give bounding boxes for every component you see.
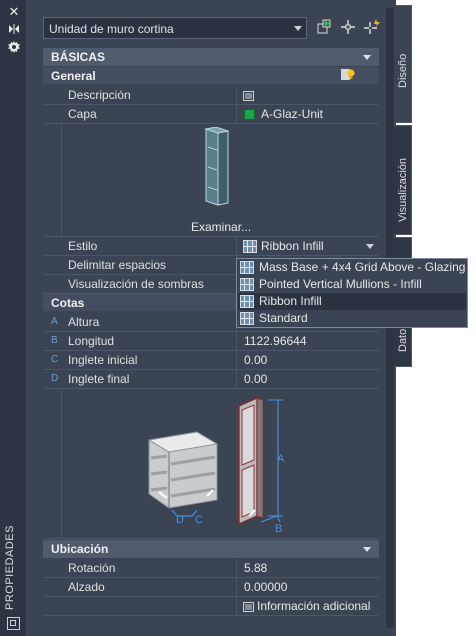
property-capa[interactable]: Capa A-Glaz-Unit [43, 105, 379, 124]
property-alzado[interactable]: Alzado 0.00000 [43, 578, 379, 597]
estilo-select[interactable]: Ribbon Infill [239, 238, 378, 255]
diagram-label-b: B [275, 523, 282, 534]
autohide-icon[interactable] [7, 23, 21, 38]
diagram-label-a: A [277, 453, 285, 465]
estilo-label: Estilo [68, 239, 98, 253]
dim-letter: A [51, 316, 58, 327]
property-rotacion[interactable]: Rotación 5.88 [43, 559, 379, 578]
examinar-button[interactable]: Examinar... [191, 220, 251, 234]
chevron-down-icon [294, 26, 302, 31]
alzado-value: 0.00000 [244, 580, 288, 594]
category-general-label: General [51, 69, 96, 83]
capa-label: Capa [68, 107, 97, 121]
curtain-wall-style-icon [240, 312, 254, 325]
palette-title: PROPIEDADES [4, 525, 16, 610]
palette-properties-icon[interactable] [7, 617, 20, 630]
palette-title-bar[interactable]: ✕ PROPIEDADES [0, 0, 26, 636]
text-editor-icon[interactable] [243, 601, 254, 612]
curtain-wall-style-icon [240, 278, 254, 291]
dropdown-option-selected[interactable]: Ribbon Infill [238, 293, 466, 310]
curtain-wall-style-icon [243, 240, 257, 253]
inglete-final-value: 0.00 [244, 372, 268, 386]
chevron-down-icon [366, 244, 374, 249]
section-basicas[interactable]: BÁSICAS [43, 48, 379, 66]
category-cotas-label: Cotas [51, 296, 85, 310]
object-type-value: Unidad de muro cortina [49, 22, 174, 36]
property-descripcion[interactable]: Descripción [43, 86, 379, 105]
dropdown-option[interactable]: Standard [238, 310, 466, 327]
text-editor-icon[interactable] [243, 90, 254, 101]
dim-letter: B [51, 335, 58, 346]
close-icon[interactable]: ✕ [7, 5, 21, 19]
section-basicas-label: BÁSICAS [51, 50, 106, 64]
section-ubicacion[interactable]: Ubicación [43, 540, 379, 558]
category-general[interactable]: General [43, 67, 379, 84]
dropdown-option[interactable]: Pointed Vertical Mullions - Infill [238, 276, 466, 293]
curtain-wall-unit-preview [202, 126, 238, 210]
rotacion-label: Rotación [68, 561, 116, 575]
property-inglete-final[interactable]: D Inglete final 0.00 [43, 370, 379, 389]
property-inglete-inicial[interactable]: C Inglete inicial 0.00 [43, 351, 379, 370]
alzado-label: Alzado [68, 580, 105, 594]
capa-value: A-Glaz-Unit [261, 107, 324, 121]
dimension-diagram-row: D C A B [43, 389, 379, 539]
sombras-label: Visualización de sombras [68, 277, 204, 291]
dim-letter: C [51, 354, 59, 365]
property-estilo[interactable]: Estilo Ribbon Infill [43, 237, 379, 256]
longitud-value: 1122.96644 [244, 334, 307, 348]
layer-color-swatch [244, 109, 255, 120]
tab-visualizacion[interactable]: Visualización [394, 125, 412, 235]
delimitar-label: Delimitar espacios [68, 258, 167, 272]
longitud-label: Longitud [68, 334, 115, 348]
descripcion-label: Descripción [68, 88, 131, 102]
settings-icon[interactable] [7, 41, 21, 56]
dimension-diagram: D C A B [147, 392, 317, 537]
collapse-icon[interactable] [363, 547, 371, 552]
quick-select-icon[interactable] [315, 18, 333, 36]
inglete-inicial-value: 0.00 [244, 353, 268, 367]
estilo-value: Ribbon Infill [261, 239, 324, 253]
diagram-label-d: D [176, 514, 184, 526]
diagram-label-c: C [195, 514, 203, 526]
property-info-adicional[interactable]: Información adicional [43, 597, 379, 616]
tab-diseno[interactable]: Diseño [394, 5, 412, 123]
dim-letter: D [51, 373, 59, 384]
curtain-wall-style-icon [240, 261, 254, 274]
info-adicional-button[interactable]: Información adicional [257, 599, 370, 613]
inglete-inicial-label: Inglete inicial [68, 353, 138, 367]
property-longitud[interactable]: B Longitud 1122.96644 [43, 332, 379, 351]
style-preview-row: Examinar... [43, 124, 379, 237]
collapse-icon[interactable] [363, 55, 371, 60]
pickadd-icon[interactable] [363, 18, 381, 36]
inglete-final-label: Inglete final [68, 372, 130, 386]
dropdown-option[interactable]: Mass Base + 4x4 Grid Above - Glazing [238, 259, 466, 276]
estilo-dropdown-list[interactable]: Mass Base + 4x4 Grid Above - Glazing Poi… [236, 258, 468, 328]
select-objects-icon[interactable] [339, 18, 357, 36]
rotacion-value: 5.88 [244, 561, 268, 575]
altura-label: Altura [68, 315, 100, 329]
lightbulb-icon[interactable] [341, 68, 355, 82]
curtain-wall-style-icon [240, 295, 254, 308]
object-type-select[interactable]: Unidad de muro cortina [43, 17, 307, 39]
section-ubicacion-label: Ubicación [51, 542, 109, 556]
